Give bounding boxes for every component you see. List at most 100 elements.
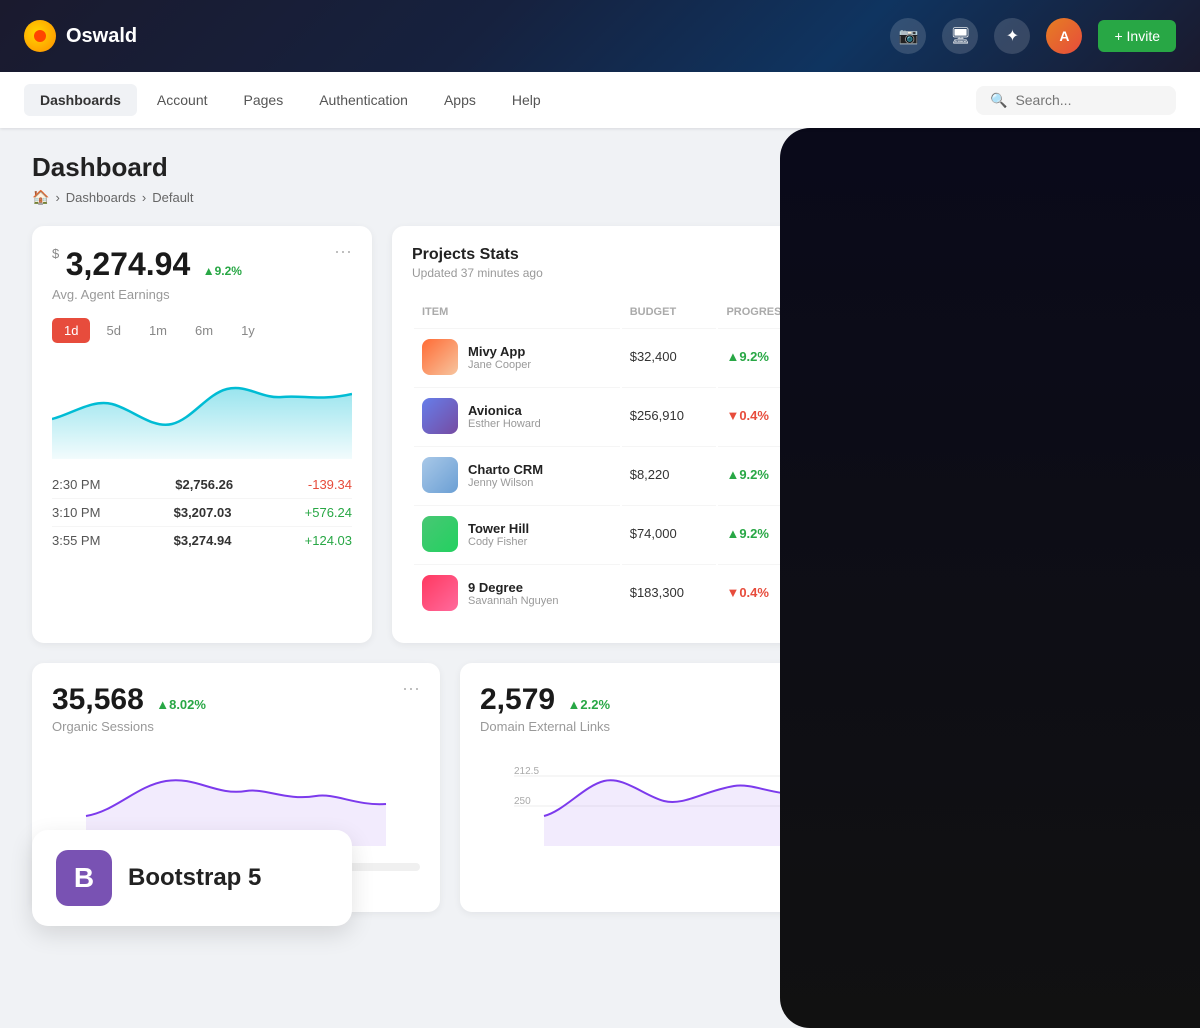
- organic-number-row: 35,568 ▲8.02%: [52, 683, 206, 717]
- invite-button[interactable]: + Invite: [1098, 20, 1176, 52]
- project-budget: $74,000: [630, 526, 677, 541]
- status-badge: In Process: [834, 582, 911, 604]
- svg-text:212.5: 212.5: [514, 766, 539, 777]
- social-name: Linked In: [950, 806, 1013, 821]
- social-item: # Slack 794 ▲0.2%: [908, 844, 1148, 892]
- breadcrumb: 🏠 › Dashboards › Default: [32, 189, 193, 206]
- view-button[interactable]: →: [1094, 343, 1122, 371]
- nav-account[interactable]: Account: [141, 84, 224, 116]
- view-button[interactable]: →: [1094, 461, 1122, 489]
- project-budget: $256,910: [630, 408, 684, 423]
- chart-sparkline: [963, 341, 1043, 369]
- social-more-button[interactable]: ⋯: [1130, 679, 1148, 700]
- col-progress: PROGRESS: [718, 298, 824, 326]
- col-budget: BUDGET: [622, 298, 717, 326]
- social-name: Slack: [950, 861, 984, 876]
- nav-authentication[interactable]: Authentication: [303, 84, 424, 116]
- col-view: VIEW: [1086, 298, 1146, 326]
- project-info: Tower Hill Cody Fisher: [468, 521, 529, 548]
- share-icon[interactable]: ✦: [994, 18, 1030, 54]
- project-item: Charto CRM Jenny Wilson: [422, 457, 612, 493]
- project-name: Charto CRM: [468, 462, 543, 477]
- table-row: Mivy App Jane Cooper $32,400 ▲9.2% In Pr…: [414, 328, 1146, 385]
- stat-row: 2:30 PM $2,756.26 -139.34: [52, 471, 352, 499]
- project-budget: $32,400: [630, 349, 677, 364]
- dribbble-icon: D: [908, 754, 940, 786]
- breadcrumb-sep2: ›: [142, 190, 146, 205]
- topbar-left: Oswald: [24, 20, 137, 52]
- social-item: in Linked In Social Media 1,088 ▼0.4%: [908, 795, 1148, 844]
- filter-1m[interactable]: 1m: [137, 318, 179, 343]
- history-button[interactable]: History: [1082, 246, 1148, 273]
- social-type: Social Media: [950, 821, 1013, 833]
- filter-1y[interactable]: 1y: [229, 318, 267, 343]
- reports-button[interactable]: Reports: [1079, 152, 1168, 186]
- table-row: 9 Degree Savannah Nguyen $183,300 ▼0.4% …: [414, 564, 1146, 621]
- monitor-icon[interactable]: 🖥: [942, 18, 978, 54]
- stat-row: 3:10 PM $3,207.03 +576.24: [52, 499, 352, 527]
- nav-help[interactable]: Help: [496, 84, 557, 116]
- chart-sparkline: [963, 400, 1043, 428]
- stat-change: -139.34: [308, 477, 352, 492]
- project-info: Avionica Esther Howard: [468, 403, 541, 430]
- col-status: STATUS: [826, 298, 953, 326]
- project-info: Mivy App Jane Cooper: [468, 344, 531, 371]
- view-button[interactable]: →: [1094, 579, 1122, 607]
- project-name: Mivy App: [468, 344, 531, 359]
- social-count: 794: [1069, 861, 1091, 876]
- view-button[interactable]: →: [1094, 520, 1122, 548]
- organic-subtitle: Organic Sessions: [52, 719, 206, 734]
- projects-updated: Updated 37 minutes ago: [412, 266, 543, 280]
- breadcrumb-default: Default: [152, 190, 193, 205]
- project-budget: $8,220: [630, 467, 670, 482]
- social-count: 1,088: [1058, 812, 1091, 827]
- domain-number: 2,579: [480, 683, 555, 716]
- domain-header: 2,579 ▲2.2% Domain External Links: [480, 683, 610, 734]
- breadcrumb-dashboards[interactable]: Dashboards: [66, 190, 136, 205]
- filter-6m[interactable]: 6m: [183, 318, 225, 343]
- project-icon: [422, 575, 458, 611]
- page-header: Dashboard 🏠 › Dashboards › Default New P…: [32, 152, 1168, 206]
- social-badge-item: ▲2.6%: [1109, 763, 1148, 777]
- slack-icon: #: [908, 852, 940, 884]
- organic-more-button[interactable]: ⋯: [402, 679, 420, 700]
- status-badge: On Hold: [834, 405, 898, 427]
- project-item: Tower Hill Cody Fisher: [422, 516, 612, 552]
- nav-apps[interactable]: Apps: [428, 84, 492, 116]
- avatar[interactable]: A: [1046, 18, 1082, 54]
- organic-number: 35,568: [52, 683, 144, 716]
- logo-icon: [24, 20, 56, 52]
- social-item: D Dribbble Community 579 ▲2.6%: [908, 746, 1148, 795]
- earnings-amount-row: $ 3,274.94 ▲9.2%: [52, 246, 242, 283]
- domain-links-card: 2,579 ▲2.2% Domain External Links ⋯ 250 …: [460, 663, 868, 912]
- stats-rows: 2:30 PM $2,756.26 -139.34 3:10 PM $3,207…: [52, 471, 352, 554]
- table-header: ITEM BUDGET PROGRESS STATUS CHART VIEW: [414, 298, 1146, 326]
- filter-1d[interactable]: 1d: [52, 318, 90, 343]
- earnings-header: $ 3,274.94 ▲9.2% Avg. Agent Earnings: [52, 246, 242, 302]
- earnings-badge: ▲9.2%: [203, 264, 242, 278]
- bootstrap-logo: B: [56, 850, 112, 906]
- table-row: Charto CRM Jenny Wilson $8,220 ▲9.2% In …: [414, 446, 1146, 503]
- projects-card: Projects Stats Updated 37 minutes ago Hi…: [392, 226, 1168, 643]
- nav-dashboards[interactable]: Dashboards: [24, 84, 137, 116]
- social-badge-item: ▲0.2%: [1109, 861, 1148, 875]
- earnings-more-button[interactable]: ⋯: [334, 242, 352, 263]
- project-progress: ▲9.2%: [726, 349, 769, 364]
- social-number-row: 5,037 ▲2.2%: [908, 683, 1053, 717]
- new-project-button[interactable]: New Project: [960, 152, 1069, 186]
- topbar: Oswald 📷 🖥 ✦ A + Invite: [0, 0, 1200, 72]
- social-number: 5,037: [908, 683, 983, 716]
- chart-sparkline: [963, 459, 1043, 487]
- page-title: Dashboard: [32, 152, 193, 183]
- project-progress: ▲9.2%: [726, 467, 769, 482]
- project-owner: Esther Howard: [468, 418, 541, 430]
- camera-icon[interactable]: 📷: [890, 18, 926, 54]
- project-icon: [422, 516, 458, 552]
- view-button[interactable]: →: [1094, 402, 1122, 430]
- search-input[interactable]: [1015, 92, 1162, 108]
- domain-more-button[interactable]: ⋯: [830, 679, 848, 700]
- nav-pages[interactable]: Pages: [228, 84, 300, 116]
- main-content: Dashboard 🏠 › Dashboards › Default New P…: [0, 128, 1200, 936]
- search-bar: 🔍: [976, 86, 1176, 115]
- filter-5d[interactable]: 5d: [94, 318, 132, 343]
